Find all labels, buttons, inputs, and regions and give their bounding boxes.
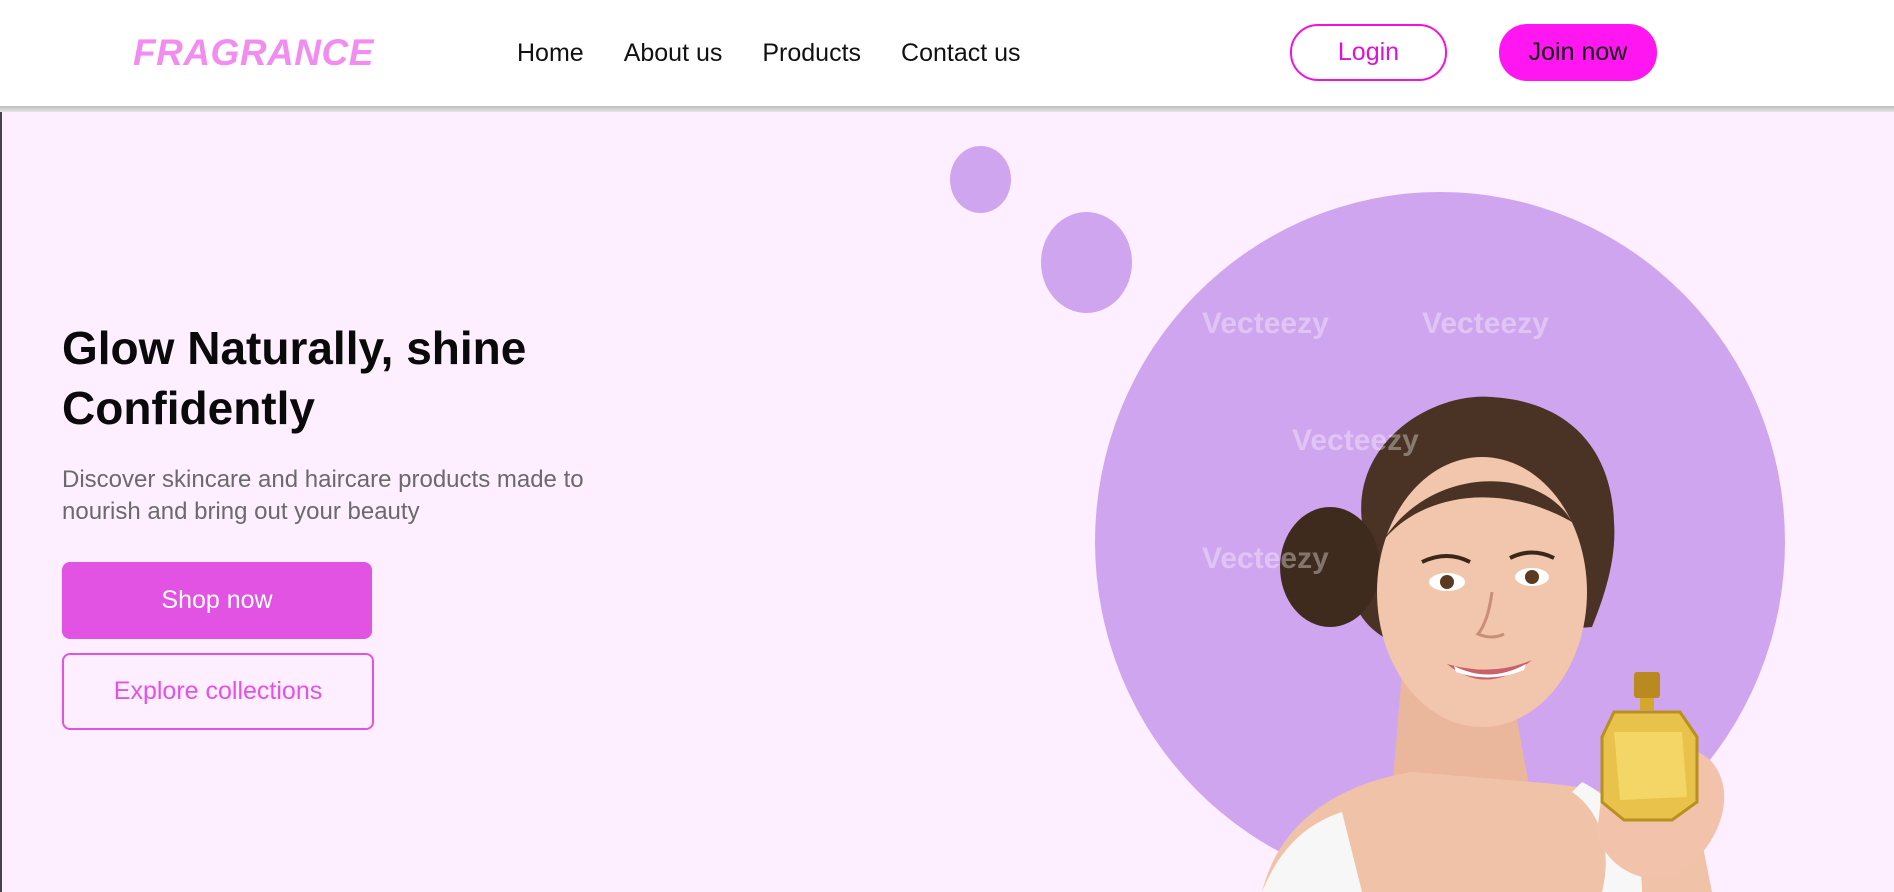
watermark-text: Vecteezy: [1202, 542, 1329, 575]
hero-section: Glow Naturally, shine Confidently Discov…: [0, 112, 1894, 892]
shop-now-button[interactable]: Shop now: [62, 562, 372, 639]
watermark-text: Vecteezy: [1422, 307, 1549, 340]
nav-link-contact[interactable]: Contact us: [901, 39, 1021, 68]
decorative-bubble-medium: [1041, 212, 1132, 313]
brand-logo[interactable]: FRAGRANCE: [133, 32, 374, 74]
main-nav: Home About us Products Contact us: [517, 39, 1061, 68]
nav-link-home[interactable]: Home: [517, 39, 584, 68]
explore-collections-button[interactable]: Explore collections: [62, 653, 374, 730]
watermark-text: Vecteezy: [1292, 424, 1419, 457]
join-now-button[interactable]: Join now: [1499, 24, 1657, 81]
watermark-text: Vecteezy: [1202, 307, 1329, 340]
hero-headline: Glow Naturally, shine Confidently: [62, 322, 527, 434]
login-button[interactable]: Login: [1290, 24, 1447, 81]
decorative-bubble-small: [950, 146, 1011, 213]
nav-link-about[interactable]: About us: [624, 39, 723, 68]
hero-subtext: Discover skincare and haircare products …: [62, 466, 584, 525]
nav-link-products[interactable]: Products: [762, 39, 861, 68]
top-navbar: FRAGRANCE Home About us Products Contact…: [0, 0, 1894, 106]
